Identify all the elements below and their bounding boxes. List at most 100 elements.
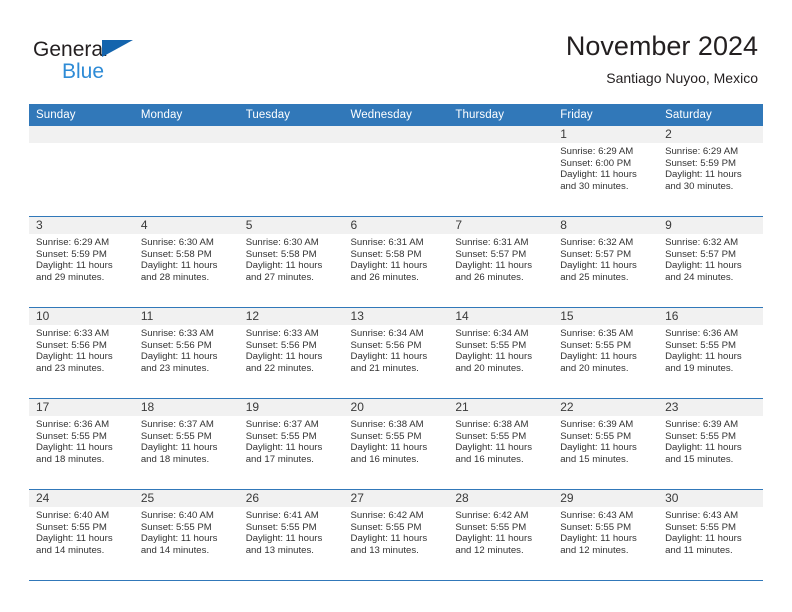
day-cell[interactable]: 7 Sunrise: 6:31 AM Sunset: 5:57 PM Daylight… bbox=[448, 217, 554, 307]
calendar-cell[interactable]: 7 Sunrise: 6:31 AM Sunset: 5:57 PM Daylight… bbox=[448, 216, 554, 308]
day-cell[interactable]: 3 Sunrise: 6:29 AM Sunset: 5:59 PM Daylight… bbox=[29, 217, 134, 307]
day-cell[interactable]: 10 Sunrise: 6:33 AM Sunset: 5:56 PM Dayligh… bbox=[29, 308, 134, 398]
day-cell[interactable]: 25 Sunrise: 6:40 AM Sunset: 5:55 PM Dayligh… bbox=[133, 490, 239, 580]
sunrise-text: Sunrise: 6:29 AM bbox=[36, 237, 110, 248]
day-cell[interactable]: 20 Sunrise: 6:38 AM Sunset: 5:55 PM Dayligh… bbox=[343, 399, 449, 489]
calendar-cell[interactable]: 8 Sunrise: 6:32 AM Sunset: 5:57 PM Daylight… bbox=[553, 216, 659, 308]
calendar-cell[interactable]: 5 Sunrise: 6:30 AM Sunset: 5:58 PM Daylight… bbox=[238, 216, 344, 308]
day-cell[interactable]: 13 Sunrise: 6:34 AM Sunset: 5:56 PM Dayligh… bbox=[343, 308, 449, 398]
calendar-cell[interactable]: 4 Sunrise: 6:30 AM Sunset: 5:58 PM Daylight… bbox=[133, 216, 239, 308]
day-cell[interactable]: 21 Sunrise: 6:38 AM Sunset: 5:55 PM Dayligh… bbox=[448, 399, 554, 489]
day-cell[interactable]: 5 Sunrise: 6:30 AM Sunset: 5:58 PM Daylight… bbox=[238, 217, 344, 307]
calendar-cell[interactable]: 1 Sunrise: 6:29 AM Sunset: 6:00 PM Daylight… bbox=[553, 126, 659, 217]
calendar-cell[interactable] bbox=[448, 126, 554, 217]
day-number: 18 bbox=[133, 399, 239, 416]
general-blue-logo[interactable]: General Blue bbox=[33, 39, 253, 89]
sunrise-text: Sunrise: 6:43 AM bbox=[665, 510, 739, 521]
day-cell[interactable]: 16 Sunrise: 6:36 AM Sunset: 5:55 PM Dayligh… bbox=[658, 308, 763, 398]
calendar-cell[interactable]: 16 Sunrise: 6:36 AM Sunset: 5:55 PM Dayligh… bbox=[658, 307, 763, 399]
day-cell[interactable]: 23 Sunrise: 6:39 AM Sunset: 5:55 PM Dayligh… bbox=[658, 399, 763, 489]
sunrise-text: Sunrise: 6:29 AM bbox=[665, 146, 739, 157]
day-details: Sunrise: 6:38 AM Sunset: 5:55 PM Daylight:… bbox=[448, 416, 553, 465]
day-cell[interactable]: 2 Sunrise: 6:29 AM Sunset: 5:59 PM Daylight… bbox=[658, 126, 763, 216]
calendar-cell[interactable]: 19 Sunrise: 6:37 AM Sunset: 5:55 PM Dayligh… bbox=[238, 398, 344, 490]
sunset-text: Sunset: 6:00 PM bbox=[560, 157, 632, 169]
calendar-cell[interactable]: 25 Sunrise: 6:40 AM Sunset: 5:55 PM Dayligh… bbox=[133, 489, 239, 581]
day-number: 27 bbox=[343, 490, 449, 507]
day-details: Sunrise: 6:42 AM Sunset: 5:55 PM Daylight:… bbox=[448, 507, 553, 556]
calendar-cell[interactable]: 2 Sunrise: 6:29 AM Sunset: 5:59 PM Daylight… bbox=[658, 126, 763, 217]
day-details: Sunrise: 6:32 AM Sunset: 5:57 PM Daylight:… bbox=[658, 234, 763, 283]
day-number: 14 bbox=[448, 308, 554, 325]
day-cell[interactable]: 14 Sunrise: 6:34 AM Sunset: 5:55 PM Dayligh… bbox=[448, 308, 554, 398]
day-cell[interactable]: 26 Sunrise: 6:41 AM Sunset: 5:55 PM Dayligh… bbox=[238, 490, 344, 580]
calendar-cell[interactable]: 10 Sunrise: 6:33 AM Sunset: 5:56 PM Dayligh… bbox=[29, 307, 134, 399]
calendar-cell[interactable]: 20 Sunrise: 6:38 AM Sunset: 5:55 PM Dayligh… bbox=[343, 398, 449, 490]
calendar-cell[interactable]: 26 Sunrise: 6:41 AM Sunset: 5:55 PM Dayligh… bbox=[238, 489, 344, 581]
sunset-text: Sunset: 5:55 PM bbox=[140, 521, 212, 533]
calendar-cell[interactable]: 18 Sunrise: 6:37 AM Sunset: 5:55 PM Dayligh… bbox=[133, 398, 239, 490]
day-cell[interactable]: 22 Sunrise: 6:39 AM Sunset: 5:55 PM Dayligh… bbox=[553, 399, 659, 489]
sunset-text: Sunset: 5:57 PM bbox=[665, 248, 736, 260]
day-cell[interactable]: 4 Sunrise: 6:30 AM Sunset: 5:58 PM Daylight… bbox=[133, 217, 239, 307]
day-cell[interactable]: 18 Sunrise: 6:37 AM Sunset: 5:55 PM Dayligh… bbox=[133, 399, 239, 489]
day-details: Sunrise: 6:36 AM Sunset: 5:55 PM Daylight:… bbox=[658, 325, 763, 374]
day-cell[interactable]: 17 Sunrise: 6:36 AM Sunset: 5:55 PM Dayligh… bbox=[29, 399, 134, 489]
calendar-cell[interactable]: 12 Sunrise: 6:33 AM Sunset: 5:56 PM Dayligh… bbox=[238, 307, 344, 399]
sunset-text: Sunset: 5:59 PM bbox=[36, 248, 107, 260]
day-number: 5 bbox=[238, 217, 344, 234]
sunrise-text: Sunrise: 6:30 AM bbox=[245, 237, 319, 248]
calendar-cell[interactable] bbox=[343, 126, 449, 217]
calendar-cell[interactable]: 13 Sunrise: 6:34 AM Sunset: 5:56 PM Dayligh… bbox=[343, 307, 449, 399]
day-number: 25 bbox=[133, 490, 239, 507]
day-cell[interactable]: 15 Sunrise: 6:35 AM Sunset: 5:55 PM Dayligh… bbox=[553, 308, 659, 398]
calendar-cell[interactable] bbox=[133, 126, 239, 217]
day-cell[interactable]: 1 Sunrise: 6:29 AM Sunset: 6:00 PM Daylight… bbox=[553, 126, 659, 216]
calendar-week-row: 17 Sunrise: 6:36 AM Sunset: 5:55 PM Dayligh… bbox=[29, 398, 763, 490]
daylight-text: Daylight: 11 hours and 14 minutes. bbox=[140, 533, 218, 556]
calendar-grid: Sunday Monday Tuesday Wednesday Thursday… bbox=[29, 104, 763, 581]
day-cell[interactable]: 12 Sunrise: 6:33 AM Sunset: 5:56 PM Dayligh… bbox=[238, 308, 344, 398]
calendar-cell[interactable]: 28 Sunrise: 6:42 AM Sunset: 5:55 PM Dayligh… bbox=[448, 489, 554, 581]
day-cell[interactable]: 9 Sunrise: 6:32 AM Sunset: 5:57 PM Daylight… bbox=[658, 217, 763, 307]
day-number: 3 bbox=[29, 217, 134, 234]
calendar-cell[interactable]: 23 Sunrise: 6:39 AM Sunset: 5:55 PM Dayligh… bbox=[658, 398, 763, 490]
calendar-cell[interactable]: 14 Sunrise: 6:34 AM Sunset: 5:55 PM Dayligh… bbox=[448, 307, 554, 399]
calendar-cell[interactable] bbox=[238, 126, 344, 217]
calendar-cell[interactable]: 9 Sunrise: 6:32 AM Sunset: 5:57 PM Daylight… bbox=[658, 216, 763, 308]
day-number: 19 bbox=[238, 399, 344, 416]
calendar-cell[interactable]: 29 Sunrise: 6:43 AM Sunset: 5:55 PM Dayligh… bbox=[553, 489, 659, 581]
day-cell[interactable]: 8 Sunrise: 6:32 AM Sunset: 5:57 PM Daylight… bbox=[553, 217, 659, 307]
calendar-cell[interactable]: 11 Sunrise: 6:33 AM Sunset: 5:56 PM Dayligh… bbox=[133, 307, 239, 399]
calendar-cell[interactable]: 3 Sunrise: 6:29 AM Sunset: 5:59 PM Daylight… bbox=[29, 216, 134, 308]
calendar-cell[interactable]: 27 Sunrise: 6:42 AM Sunset: 5:55 PM Dayligh… bbox=[343, 489, 449, 581]
sunrise-text: Sunrise: 6:39 AM bbox=[560, 419, 634, 430]
calendar-cell[interactable]: 6 Sunrise: 6:31 AM Sunset: 5:58 PM Daylight… bbox=[343, 216, 449, 308]
day-details: Sunrise: 6:40 AM Sunset: 5:55 PM Daylight:… bbox=[134, 507, 239, 556]
day-cell[interactable]: 11 Sunrise: 6:33 AM Sunset: 5:56 PM Dayligh… bbox=[133, 308, 239, 398]
daylight-text: Daylight: 11 hours and 11 minutes. bbox=[665, 533, 742, 556]
day-cell[interactable]: 29 Sunrise: 6:43 AM Sunset: 5:55 PM Dayligh… bbox=[553, 490, 659, 580]
day-cell[interactable]: 6 Sunrise: 6:31 AM Sunset: 5:58 PM Daylight… bbox=[343, 217, 449, 307]
sunset-text: Sunset: 5:58 PM bbox=[140, 248, 212, 260]
calendar-cell[interactable]: 17 Sunrise: 6:36 AM Sunset: 5:55 PM Dayligh… bbox=[29, 398, 134, 490]
day-details: Sunrise: 6:30 AM Sunset: 5:58 PM Daylight:… bbox=[239, 234, 344, 283]
day-cell[interactable]: 28 Sunrise: 6:42 AM Sunset: 5:55 PM Dayligh… bbox=[448, 490, 554, 580]
day-number: 22 bbox=[553, 399, 659, 416]
day-cell[interactable]: 24 Sunrise: 6:40 AM Sunset: 5:55 PM Dayligh… bbox=[29, 490, 134, 580]
calendar-cell[interactable]: 24 Sunrise: 6:40 AM Sunset: 5:55 PM Dayligh… bbox=[29, 489, 134, 581]
day-cell[interactable]: 30 Sunrise: 6:43 AM Sunset: 5:55 PM Dayligh… bbox=[658, 490, 763, 580]
calendar-week-row: 3 Sunrise: 6:29 AM Sunset: 5:59 PM Daylight… bbox=[29, 216, 763, 308]
calendar-cell[interactable]: 22 Sunrise: 6:39 AM Sunset: 5:55 PM Dayligh… bbox=[553, 398, 659, 490]
calendar-cell[interactable]: 30 Sunrise: 6:43 AM Sunset: 5:55 PM Dayligh… bbox=[658, 489, 763, 581]
calendar-cell[interactable]: 15 Sunrise: 6:35 AM Sunset: 5:55 PM Dayligh… bbox=[553, 307, 659, 399]
day-cell[interactable]: 19 Sunrise: 6:37 AM Sunset: 5:55 PM Dayligh… bbox=[238, 399, 344, 489]
sunset-text: Sunset: 5:55 PM bbox=[455, 430, 527, 442]
sunrise-text: Sunrise: 6:42 AM bbox=[350, 510, 424, 521]
sunrise-text: Sunrise: 6:43 AM bbox=[560, 510, 634, 521]
day-cell[interactable]: 27 Sunrise: 6:42 AM Sunset: 5:55 PM Dayligh… bbox=[343, 490, 449, 580]
calendar-cell[interactable] bbox=[29, 126, 134, 217]
day-number: 17 bbox=[29, 399, 134, 416]
calendar-cell[interactable]: 21 Sunrise: 6:38 AM Sunset: 5:55 PM Dayligh… bbox=[448, 398, 554, 490]
day-number: 13 bbox=[343, 308, 449, 325]
